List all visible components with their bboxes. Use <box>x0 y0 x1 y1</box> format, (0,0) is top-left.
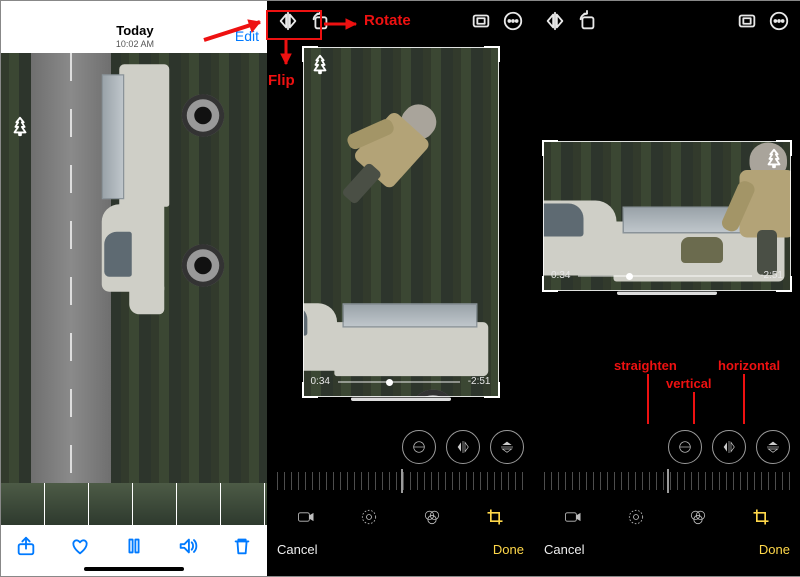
cancel-button[interactable]: Cancel <box>544 542 584 557</box>
annotation-arrow-edit <box>202 14 268 44</box>
edit-mode-row <box>534 507 800 532</box>
video-mode-icon[interactable] <box>555 507 591 532</box>
vertical-perspective-button[interactable] <box>712 430 746 464</box>
straighten-button[interactable] <box>668 430 702 464</box>
angle-ruler[interactable] <box>277 472 524 490</box>
thumbnail[interactable] <box>177 483 221 525</box>
truck-graphic <box>113 78 203 288</box>
heart-icon[interactable] <box>69 535 91 557</box>
thumbnail-strip[interactable] <box>1 483 267 525</box>
video-mode-icon[interactable] <box>288 507 324 532</box>
flip-icon[interactable] <box>544 10 566 32</box>
done-button[interactable]: Done <box>493 542 524 557</box>
crop-mode-icon[interactable] <box>743 507 779 532</box>
video-scrubber[interactable]: 0:34 -2:51 <box>311 376 491 387</box>
aspect-icon[interactable] <box>470 10 492 32</box>
home-indicator <box>534 291 800 301</box>
edit-topbar <box>534 1 800 41</box>
horizontal-perspective-button[interactable] <box>490 430 524 464</box>
adjust-mode-icon[interactable] <box>618 507 654 532</box>
viewer-toolbar <box>1 525 267 567</box>
annotation-line-straighten <box>646 374 650 424</box>
thumbnail[interactable] <box>1 483 45 525</box>
scrub-current-time: 0:34 <box>311 376 330 387</box>
edit-bottom-row: Cancel Done <box>534 534 800 564</box>
live-photo-icon <box>309 53 331 75</box>
angle-ruler[interactable] <box>544 472 790 490</box>
volume-icon[interactable] <box>177 535 199 557</box>
crop-canvas[interactable]: 0:34 -2:51 <box>303 47 499 397</box>
trash-icon[interactable] <box>231 535 253 557</box>
filters-mode-icon[interactable] <box>680 507 716 532</box>
pause-icon[interactable] <box>123 535 145 557</box>
edit-mode-row <box>267 507 534 532</box>
more-icon[interactable] <box>768 10 790 32</box>
video-scrubber[interactable]: 0:34 -2:51 <box>551 270 783 281</box>
edit-crop-panel-portrait: 0:34 -2:51 Cancel Done <box>267 1 534 576</box>
share-icon[interactable] <box>15 535 37 557</box>
thumbnail[interactable] <box>221 483 265 525</box>
annotation-line-vertical <box>692 392 696 424</box>
photos-viewer-panel: Today 10:02 AM Edit <box>1 1 267 576</box>
scrub-remaining-time: -2:51 <box>760 270 783 281</box>
crop-canvas[interactable]: 0:34 -2:51 <box>543 141 791 291</box>
edit-bottom-row: Cancel Done <box>267 534 534 564</box>
thumbnail[interactable] <box>133 483 177 525</box>
edit-topbar <box>267 1 534 41</box>
scrub-current-time: 0:34 <box>551 270 570 281</box>
annotation-arrow-flip <box>278 40 294 72</box>
rotate-icon[interactable] <box>576 10 598 32</box>
perspective-buttons <box>534 430 800 464</box>
annotation-arrow-rotate <box>324 16 364 32</box>
straighten-button[interactable] <box>402 430 436 464</box>
vertical-perspective-button[interactable] <box>446 430 480 464</box>
live-photo-icon <box>9 115 31 137</box>
done-button[interactable]: Done <box>759 542 790 557</box>
crop-mode-icon[interactable] <box>477 507 513 532</box>
annotation-line-horizontal <box>742 374 746 424</box>
edit-crop-panel-landscape: 0:34 -2:51 Cancel Done <box>534 1 800 576</box>
adjust-mode-icon[interactable] <box>351 507 387 532</box>
flip-icon[interactable] <box>277 10 299 32</box>
more-icon[interactable] <box>502 10 524 32</box>
aspect-icon[interactable] <box>736 10 758 32</box>
filters-mode-icon[interactable] <box>414 507 450 532</box>
cancel-button[interactable]: Cancel <box>277 542 317 557</box>
perspective-buttons <box>267 430 534 464</box>
horizontal-perspective-button[interactable] <box>756 430 790 464</box>
viewer-media[interactable] <box>1 53 267 483</box>
scrub-remaining-time: -2:51 <box>468 376 491 387</box>
thumbnail[interactable] <box>89 483 133 525</box>
home-indicator <box>267 397 534 407</box>
home-indicator <box>1 567 267 577</box>
thumbnail[interactable] <box>45 483 89 525</box>
